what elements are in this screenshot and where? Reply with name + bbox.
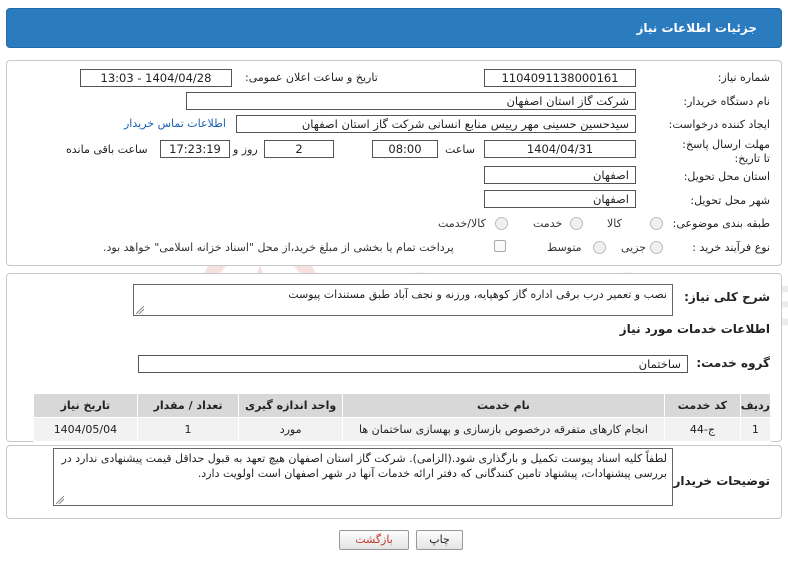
buyer-org-field[interactable]: شرکت گاز استان اصفهان [186, 92, 636, 110]
need-number-label: شماره نیاز: [717, 71, 770, 84]
cell-date: 1404/05/04 [33, 417, 138, 442]
province-label: استان محل تحویل: [683, 170, 770, 183]
need-number-field[interactable]: 1104091138000161 [484, 69, 636, 87]
process-type-label: نوع فرآیند خرید : [692, 241, 770, 254]
buyer-notes-textarea[interactable]: لطفاً کلیه اسناد پیوست تکمیل و بارگذاری … [53, 448, 673, 506]
category-goods-radio[interactable] [650, 217, 663, 230]
requester-field[interactable]: سیدحسین حسینی مهر رییس منابع انسانی شرکت… [236, 115, 636, 133]
buyer-org-label: نام دستگاه خریدار: [683, 95, 770, 108]
process-medium-radio[interactable] [593, 241, 606, 254]
service-group-field[interactable]: ساختمان [138, 355, 688, 373]
services-section-title: اطلاعات خدمات مورد نیاز [619, 322, 770, 336]
category-label: طبقه بندی موضوعی: [672, 217, 770, 230]
summary-textarea[interactable]: نصب و تعمیر درب برقی اداره گاز کوهپایه، … [133, 284, 673, 316]
province-field[interactable]: اصفهان [484, 166, 636, 184]
back-button[interactable]: بازگشت [339, 530, 409, 550]
col-date-header: تاریخ نیاز [33, 393, 138, 418]
table-header-row: ردیف کد خدمت نام خدمت واحد اندازه گیری ت… [33, 393, 772, 418]
cell-row: 1 [739, 417, 772, 442]
page-title: جزئیات اطلاعات نیاز [636, 21, 757, 35]
print-button[interactable]: چاپ [416, 530, 463, 550]
process-medium-label: متوسط [547, 241, 582, 254]
city-field[interactable]: اصفهان [484, 190, 636, 208]
category-goods-service-label: کالا/خدمت [438, 217, 486, 230]
announce-datetime-field[interactable]: 1404/04/28 - 13:03 [80, 69, 232, 87]
days-label: روز و [233, 143, 258, 156]
remaining-label: ساعت باقی مانده [66, 143, 148, 156]
col-code-header: کد خدمت [664, 393, 741, 418]
services-table: ردیف کد خدمت نام خدمت واحد اندازه گیری ت… [33, 393, 772, 442]
service-group-label: گروه خدمت: [696, 356, 770, 370]
deadline-time-label: ساعت [445, 143, 475, 156]
col-row-header: ردیف [739, 393, 772, 418]
buyer-contact-link[interactable]: اطلاعات تماس خریدار [124, 117, 226, 130]
table-row[interactable]: 1 ج-44 انجام کارهای متفرقه درخصوص بازساز… [33, 417, 772, 442]
resize-grip-icon[interactable] [56, 496, 64, 504]
deadline-time-field[interactable]: 08:00 [372, 140, 438, 158]
cell-name: انجام کارهای متفرقه درخصوص بازسازی و بهس… [341, 417, 666, 442]
category-service-radio[interactable] [570, 217, 583, 230]
remaining-time-field[interactable]: 17:23:19 [160, 140, 230, 158]
col-qty-header: تعداد / مقدار [136, 393, 240, 418]
resize-grip-icon[interactable] [136, 306, 144, 314]
deadline-date-field[interactable]: 1404/04/31 [484, 140, 636, 158]
buyer-notes-text: لطفاً کلیه اسناد پیوست تکمیل و بارگذاری … [61, 452, 667, 480]
col-name-header: نام خدمت [341, 393, 666, 418]
cell-qty: 1 [136, 417, 240, 442]
summary-label: شرح کلی نیاز: [684, 290, 770, 304]
page-title-bar: جزئیات اطلاعات نیاز [6, 8, 782, 48]
city-label: شهر محل تحویل: [690, 194, 770, 207]
category-service-label: خدمت [533, 217, 563, 230]
requester-label: ایجاد کننده درخواست: [668, 118, 770, 131]
cell-code: ج-44 [664, 417, 741, 442]
process-minor-label: جزیی [621, 241, 647, 254]
treasury-payment-checkbox[interactable] [494, 240, 506, 252]
announce-label: تاریخ و ساعت اعلان عمومی: [245, 71, 378, 84]
process-minor-radio[interactable] [650, 241, 663, 254]
category-goods-service-radio[interactable] [495, 217, 508, 230]
category-goods-label: کالا [607, 217, 622, 230]
deadline-label: مهلت ارسال پاسخ: تا تاریخ: [682, 138, 770, 165]
info-panel [6, 60, 782, 266]
col-unit-header: واحد اندازه گیری [238, 393, 343, 418]
treasury-payment-note: پرداخت تمام یا بخشی از مبلغ خرید،از محل … [103, 241, 454, 254]
summary-text: نصب و تعمیر درب برقی اداره گاز کوهپایه، … [288, 288, 667, 301]
days-remaining-field[interactable]: 2 [264, 140, 334, 158]
buyer-notes-label: توضیحات خریدار: [668, 474, 770, 488]
cell-unit: مورد [238, 417, 343, 442]
